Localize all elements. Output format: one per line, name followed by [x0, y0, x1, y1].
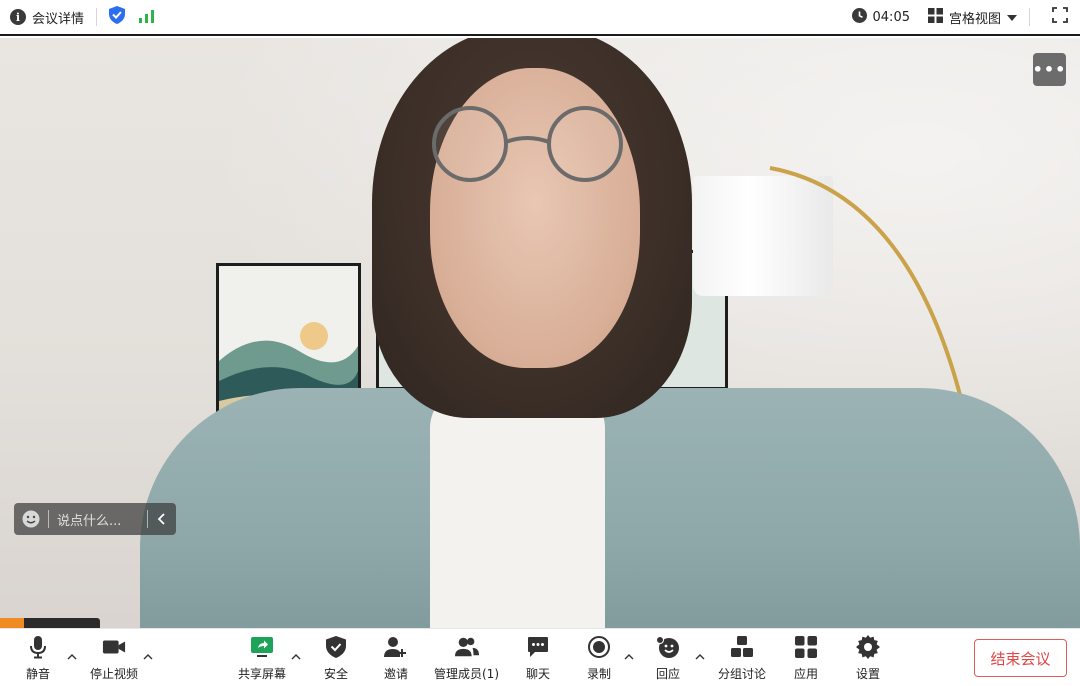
divider — [147, 510, 148, 528]
emoji-icon[interactable] — [22, 510, 40, 528]
record-label: 录制 — [587, 667, 612, 681]
manage-members-label: 管理成员(1) — [434, 667, 499, 681]
gear-icon — [856, 635, 880, 659]
mute-label: 静音 — [26, 667, 51, 681]
meeting-info-label: 会议详情 — [32, 11, 85, 27]
members-icon — [454, 635, 479, 659]
top-bar-right: 04:05 宫格视图 — [851, 0, 1080, 34]
chevron-down-icon — [1007, 10, 1017, 25]
participant-shirt — [430, 388, 605, 628]
chat-label: 聊天 — [526, 667, 551, 681]
participant-glasses — [432, 106, 623, 182]
view-label: 宫格视图 — [948, 11, 1001, 27]
reactions-button[interactable]: 回应 — [656, 635, 680, 682]
settings-label: 设置 — [856, 667, 881, 681]
bottom-toolbar: 静音 停止视频 共享屏幕 安全 邀请 管理成员(1) 聊天 录制 回应 分组讨论… — [0, 628, 1080, 686]
invite-button[interactable]: 邀请 — [384, 635, 408, 682]
mute-button[interactable]: 静音 — [26, 635, 50, 682]
chevron-left-icon[interactable] — [154, 511, 170, 527]
participant-name-tag — [0, 618, 100, 628]
security-button[interactable]: 安全 — [324, 635, 348, 682]
video-area: ••• 说点什么... — [0, 38, 1080, 628]
fullscreen-icon[interactable] — [1052, 7, 1068, 27]
record-button[interactable]: 录制 — [587, 635, 611, 682]
security-shield-icon[interactable] — [109, 6, 126, 28]
divider — [96, 8, 98, 26]
top-bar: i 会议详情 04:05 宫格视图 — [0, 0, 1080, 36]
meeting-info-button[interactable]: i 会议详情 — [10, 8, 84, 27]
invite-label: 邀请 — [384, 667, 409, 681]
more-icon: ••• — [1032, 60, 1067, 79]
video-camera-icon — [102, 635, 126, 659]
view-switch-button[interactable]: 宫格视图 — [927, 7, 1017, 27]
record-options-chevron-icon[interactable] — [624, 647, 634, 660]
share-screen-label: 共享屏幕 — [238, 667, 287, 681]
end-meeting-button[interactable]: 结束会议 — [974, 639, 1067, 677]
info-icon: i — [10, 9, 26, 25]
breakout-icon — [730, 635, 754, 659]
share-screen-button[interactable]: 共享屏幕 — [238, 635, 286, 682]
share-screen-icon — [250, 635, 274, 659]
divider — [48, 510, 49, 528]
network-signal-icon[interactable] — [139, 8, 155, 27]
timer-text: 04:05 — [872, 9, 910, 25]
security-label: 安全 — [324, 667, 349, 681]
apps-grid-icon — [794, 635, 818, 659]
clock-icon — [851, 7, 867, 27]
add-person-icon — [384, 635, 408, 659]
apps-label: 应用 — [794, 667, 819, 681]
more-options-button[interactable]: ••• — [1033, 53, 1066, 86]
shield-icon — [324, 635, 348, 659]
video-options-chevron-icon[interactable] — [143, 647, 153, 660]
participant-body — [140, 388, 1080, 628]
breakout-rooms-button[interactable]: 分组讨论 — [718, 635, 766, 682]
chat-button[interactable]: 聊天 — [526, 635, 550, 682]
stop-video-label: 停止视频 — [90, 667, 139, 681]
apps-button[interactable]: 应用 — [794, 635, 818, 682]
settings-button[interactable]: 设置 — [856, 635, 880, 682]
name-tag-accent — [0, 618, 24, 628]
mute-options-chevron-icon[interactable] — [67, 647, 77, 660]
chat-input[interactable]: 说点什么... — [57, 510, 143, 529]
quick-chat-bar[interactable]: 说点什么... — [14, 503, 176, 535]
share-options-chevron-icon[interactable] — [291, 647, 301, 660]
chat-bubble-icon — [526, 635, 550, 659]
stop-video-button[interactable]: 停止视频 — [90, 635, 138, 682]
meeting-timer: 04:05 — [851, 7, 910, 27]
reaction-icon — [656, 635, 680, 659]
reactions-label: 回应 — [656, 667, 681, 681]
microphone-icon — [26, 635, 50, 659]
grid-view-icon — [927, 7, 943, 27]
top-bar-left: i 会议详情 — [0, 0, 155, 34]
reactions-options-chevron-icon[interactable] — [695, 647, 705, 660]
record-icon — [587, 635, 611, 659]
manage-members-button[interactable]: 管理成员(1) — [434, 635, 499, 682]
breakout-rooms-label: 分组讨论 — [718, 667, 767, 681]
divider — [1029, 8, 1030, 26]
